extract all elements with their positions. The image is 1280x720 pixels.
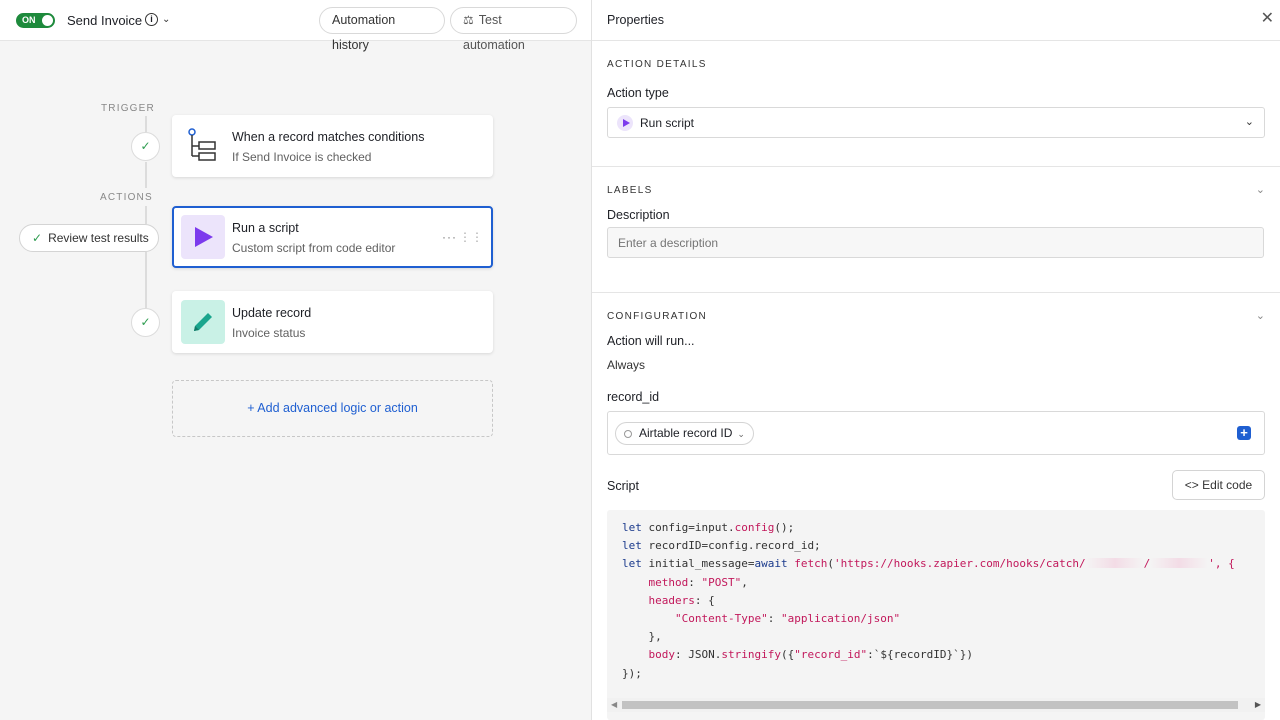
trigger-title: When a record matches conditions bbox=[232, 130, 425, 144]
info-icon[interactable]: i bbox=[145, 13, 158, 26]
play-icon bbox=[181, 215, 225, 259]
action-type-label: Action type bbox=[607, 86, 669, 100]
code-horizontal-scrollbar[interactable]: ◀ ▶ bbox=[607, 698, 1265, 712]
automation-name[interactable]: Send Invoice bbox=[67, 13, 142, 28]
actions-section-label: ACTIONS bbox=[100, 192, 153, 203]
section-divider bbox=[592, 166, 1280, 167]
automation-canvas: ON Send Invoice i ⌄ Automation history ⚖… bbox=[0, 0, 592, 720]
record-id-label: record_id bbox=[607, 390, 660, 404]
collapse-chevron-icon[interactable]: ⌄ bbox=[1256, 309, 1265, 322]
section-divider bbox=[592, 292, 1280, 293]
run-script-title: Run a script bbox=[232, 221, 299, 235]
flow-connector bbox=[145, 206, 147, 224]
edit-code-label: Edit code bbox=[1202, 478, 1253, 492]
chevron-down-icon[interactable]: ⌄ bbox=[162, 14, 170, 25]
automation-on-toggle[interactable]: ON bbox=[16, 13, 55, 28]
properties-panel: Properties ✕ ACTION DETAILS Action type … bbox=[592, 0, 1280, 720]
run-script-subtitle: Custom script from code editor bbox=[232, 241, 396, 255]
toggle-knob bbox=[42, 15, 53, 26]
properties-title: Properties bbox=[607, 13, 664, 27]
action-type-value: Run script bbox=[640, 116, 695, 130]
code-preview[interactable]: let config=input.config(); let recordID=… bbox=[607, 510, 1265, 720]
description-label: Description bbox=[607, 208, 670, 222]
script-code: let config=input.config(); let recordID=… bbox=[622, 521, 1235, 680]
update-status-check-icon: ✓ bbox=[131, 308, 160, 337]
configuration-section-title: CONFIGURATION bbox=[607, 311, 708, 322]
conditions-icon bbox=[181, 124, 225, 168]
flow-connector bbox=[145, 116, 147, 132]
toggle-label: ON bbox=[22, 15, 36, 25]
chevron-down-icon: ⌄ bbox=[737, 429, 745, 439]
automation-history-button[interactable]: Automation history bbox=[319, 7, 445, 52]
add-action-button[interactable]: + Add advanced logic or action bbox=[172, 380, 493, 437]
scroll-left-icon[interactable]: ◀ bbox=[611, 700, 617, 709]
redacted-text bbox=[1085, 558, 1144, 569]
update-record-title: Update record bbox=[232, 306, 312, 320]
trigger-status-check-icon: ✓ bbox=[131, 132, 160, 161]
script-label: Script bbox=[607, 479, 639, 493]
action-details-section-title: ACTION DETAILS bbox=[607, 59, 707, 70]
action-run-value: Always bbox=[607, 358, 646, 372]
add-token-icon[interactable]: + bbox=[1237, 426, 1251, 440]
update-record-card[interactable]: Update record Invoice status bbox=[172, 291, 493, 353]
automation-topbar: ON Send Invoice i ⌄ Automation history ⚖… bbox=[0, 0, 591, 52]
record-id-input[interactable]: Airtable record ID ⌄ + bbox=[607, 411, 1265, 455]
close-icon[interactable]: ✕ bbox=[1261, 11, 1274, 27]
record-id-token-label: Airtable record ID bbox=[639, 426, 733, 440]
description-input[interactable] bbox=[607, 227, 1264, 258]
pencil-icon bbox=[181, 300, 225, 344]
review-test-results-button[interactable]: ✓ Review test results bbox=[19, 224, 159, 252]
flow-connector bbox=[145, 162, 147, 188]
action-type-select[interactable]: Run script ⌄ bbox=[607, 107, 1265, 138]
redacted-text bbox=[1150, 558, 1209, 569]
run-script-card[interactable]: Run a script Custom script from code edi… bbox=[172, 206, 493, 268]
code-icon: <> bbox=[1184, 478, 1199, 492]
test-automation-button[interactable]: ⚖ Test automation bbox=[450, 7, 577, 52]
more-options-icon[interactable]: ··· bbox=[442, 230, 457, 244]
check-icon: ✓ bbox=[32, 231, 43, 245]
drag-handle-icon[interactable]: ⋮⋮ bbox=[459, 230, 483, 244]
scrollbar-thumb[interactable] bbox=[622, 701, 1238, 709]
flask-icon: ⚖ bbox=[463, 13, 474, 27]
action-run-label: Action will run... bbox=[607, 334, 695, 348]
flow-connector bbox=[145, 252, 147, 308]
add-action-label: Add advanced logic or action bbox=[257, 401, 418, 415]
review-label: Review test results bbox=[48, 231, 149, 245]
record-id-token[interactable]: Airtable record ID ⌄ bbox=[615, 422, 754, 445]
collapse-chevron-icon[interactable]: ⌄ bbox=[1256, 183, 1265, 196]
update-record-subtitle: Invoice status bbox=[232, 326, 306, 340]
trigger-card[interactable]: When a record matches conditions If Send… bbox=[172, 115, 493, 177]
token-icon bbox=[624, 430, 632, 438]
edit-code-button[interactable]: <> Edit code bbox=[1172, 470, 1265, 500]
properties-header: Properties ✕ bbox=[592, 0, 1280, 41]
play-icon bbox=[617, 115, 633, 131]
trigger-subtitle: If Send Invoice is checked bbox=[232, 150, 372, 164]
labels-section-title: LABELS bbox=[607, 185, 653, 196]
trigger-section-label: TRIGGER bbox=[101, 103, 155, 114]
plus-icon: + bbox=[247, 401, 258, 415]
scroll-right-icon[interactable]: ▶ bbox=[1255, 700, 1261, 709]
chevron-down-icon: ⌄ bbox=[1244, 116, 1254, 128]
